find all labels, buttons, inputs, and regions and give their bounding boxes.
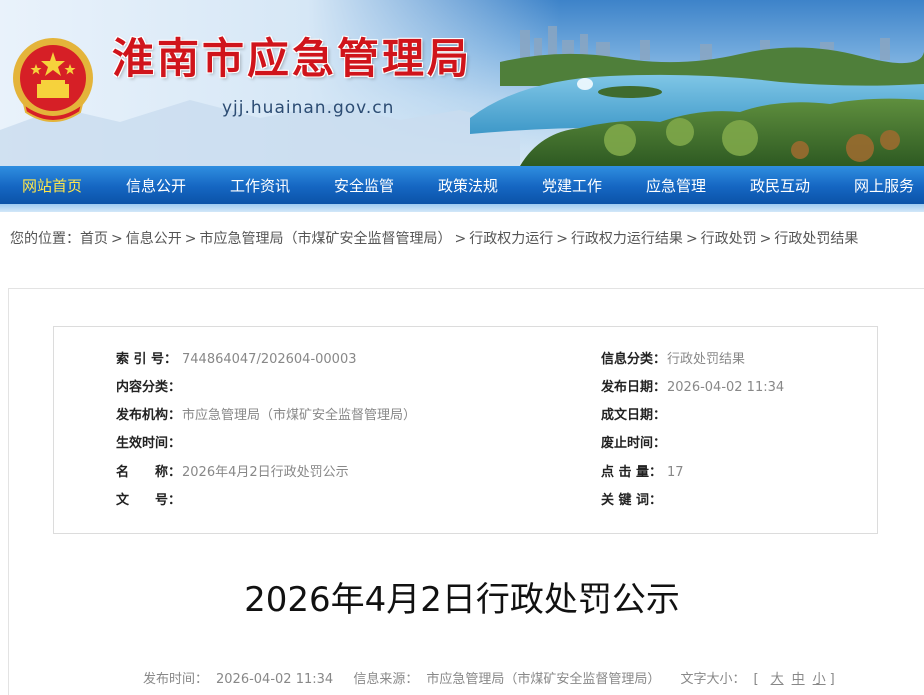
font-size-large-button[interactable]: 大 (771, 672, 784, 687)
font-size-medium-button[interactable]: 中 (792, 672, 805, 687)
meta-publish-date-label: 发布日期： (601, 380, 667, 395)
meta-category: 信息分类：行政处罚结果 (601, 351, 745, 369)
breadcrumb-separator: > (685, 231, 698, 247)
site-domain: yjj.huainan.gov.cn (222, 98, 395, 118)
nav-item-home[interactable]: 网站首页 (0, 166, 104, 204)
breadcrumb: 您的位置：首页 > 信息公开 > 市应急管理局（市煤矿安全监督管理局） > 行政权力运行 > 行… (10, 228, 915, 250)
meta-publisher-label: 发布机构： (116, 408, 182, 423)
font-size-bracket-close: ] (829, 672, 835, 687)
nav-item-party-building[interactable]: 党建工作 (520, 166, 624, 204)
meta-category-value: 行政处罚结果 (667, 352, 746, 367)
font-size-bracket-open: [ (753, 672, 759, 687)
breadcrumb-separator: > (454, 231, 467, 247)
meta-index-value: 744864047/202604-00003 (182, 352, 357, 367)
meta-doc-number: 文 号： (116, 492, 182, 510)
meta-name-label: 名 称： (116, 465, 182, 480)
article-source-value: 市应急管理局（市煤矿安全监督管理局） (426, 672, 661, 687)
meta-written-date: 成文日期： (601, 407, 667, 425)
national-emblem-icon (13, 38, 93, 122)
breadcrumb-separator: > (111, 231, 123, 247)
meta-publisher: 发布机构：市应急管理局（市煤矿安全监督管理局） (116, 407, 416, 425)
nav-item-online-services[interactable]: 网上服务 (832, 166, 924, 204)
meta-keywords-label: 关 键 词： (601, 493, 663, 508)
meta-expire-time: 废止时间： (601, 435, 667, 453)
meta-content-type-label: 内容分类： (116, 380, 182, 395)
breadcrumb-prefix: 您的位置： (10, 231, 80, 247)
nav-item-emergency-management[interactable]: 应急管理 (624, 166, 728, 204)
article-source-label: 信息来源： (353, 672, 419, 687)
breadcrumb-power-operation[interactable]: 行政权力运行 (469, 231, 553, 247)
font-size-label: 文字大小： (680, 672, 746, 687)
article-info-bar: 发布时间： 2026-04-02 11:34 信息来源： 市应急管理局（市煤矿安全监… (143, 668, 851, 687)
site-banner: 淮南市应急管理局 yjj.huainan.gov.cn (0, 0, 924, 166)
meta-clicks: 点 击 量： 17 (601, 464, 684, 482)
meta-publish-date: 发布日期：2026-04-02 11:34 (601, 379, 784, 397)
meta-category-label: 信息分类： (601, 352, 667, 367)
article-title: 2026年4月2日行政处罚公示 (244, 580, 680, 620)
meta-content-type: 内容分类： (116, 379, 182, 397)
main-nav: 网站首页 信息公开 工作资讯 安全监管 政策法规 党建工作 应急管理 政民互动 … (0, 166, 924, 204)
meta-written-date-label: 成文日期： (601, 408, 667, 423)
breadcrumb-penalty[interactable]: 行政处罚 (701, 231, 757, 247)
nav-item-work-news[interactable]: 工作资讯 (208, 166, 312, 204)
nav-item-policy-regulations[interactable]: 政策法规 (416, 166, 520, 204)
meta-publisher-value: 市应急管理局（市煤矿安全监督管理局） (182, 408, 417, 423)
site-title: 淮南市应急管理局 (112, 34, 473, 83)
article-publish-time: 发布时间： 2026-04-02 11:34 (143, 672, 341, 687)
banner-lake-scene (0, 26, 924, 166)
font-size-control: 文字大小： [ 大中小] (680, 672, 842, 687)
nav-item-info-disclosure[interactable]: 信息公开 (104, 166, 208, 204)
meta-keywords: 关 键 词： (601, 492, 667, 510)
meta-effective-time: 生效时间： (116, 435, 182, 453)
meta-index-label: 索 引 号： (116, 352, 178, 367)
meta-effective-label: 生效时间： (116, 436, 182, 451)
breadcrumb-separator: > (184, 231, 197, 247)
nav-item-public-interaction[interactable]: 政民互动 (728, 166, 832, 204)
meta-expire-label: 废止时间： (601, 436, 667, 451)
article-publish-time-label: 发布时间： (143, 672, 209, 687)
meta-index: 索 引 号： 744864047/202604-00003 (116, 351, 357, 369)
breadcrumb-info-disclosure[interactable]: 信息公开 (126, 231, 182, 247)
nav-underline (0, 204, 924, 212)
breadcrumb-separator: > (556, 231, 568, 247)
meta-clicks-label: 点 击 量： (601, 465, 663, 480)
meta-clicks-value: 17 (667, 465, 684, 480)
breadcrumb-penalty-results[interactable]: 行政处罚结果 (774, 231, 858, 247)
meta-publish-date-value: 2026-04-02 11:34 (667, 380, 785, 395)
breadcrumb-home[interactable]: 首页 (80, 231, 108, 247)
nav-item-safety-supervision[interactable]: 安全监管 (312, 166, 416, 204)
font-size-small-button[interactable]: 小 (813, 672, 826, 687)
meta-name-value: 2026年4月2日行政处罚公示 (182, 465, 349, 480)
breadcrumb-power-results[interactable]: 行政权力运行结果 (571, 231, 683, 247)
breadcrumb-separator: > (759, 231, 772, 247)
breadcrumb-bureau[interactable]: 市应急管理局（市煤矿安全监督管理局） (199, 231, 451, 247)
article-source: 信息来源： 市应急管理局（市煤矿安全监督管理局） (353, 672, 668, 687)
article-publish-time-value: 2026-04-02 11:34 (216, 672, 334, 687)
meta-name: 名 称：2026年4月2日行政处罚公示 (116, 464, 349, 482)
meta-doc-no-label: 文 号： (116, 493, 182, 508)
